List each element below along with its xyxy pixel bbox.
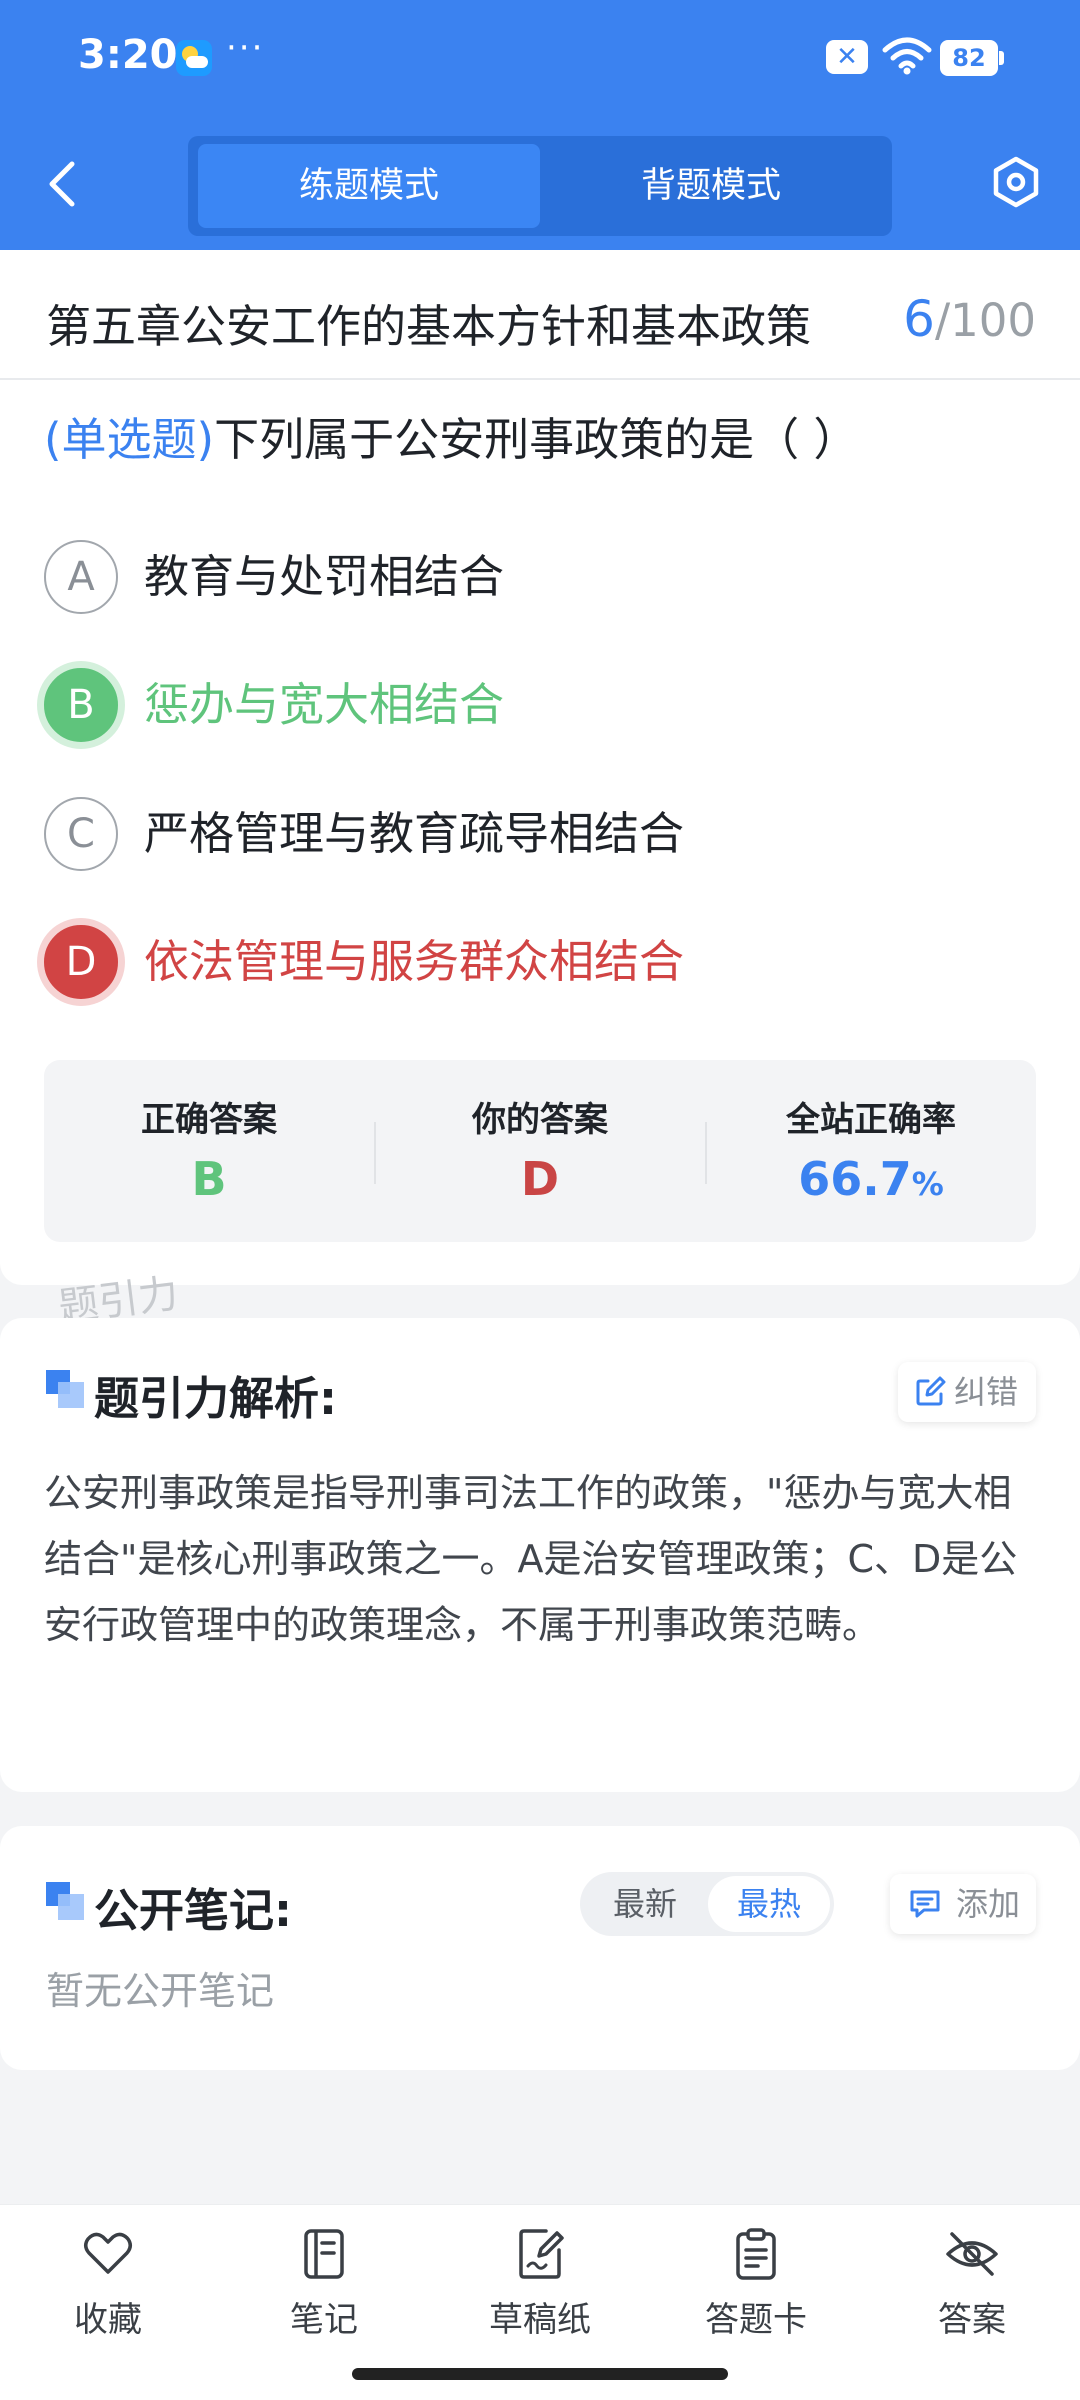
nav-draft-paper-label: 草稿纸 <box>489 2300 591 2340</box>
answer-summary: 正确答案 B 你的答案 D 全站正确率 66.7% <box>44 1060 1036 1242</box>
add-note-label: 添加 <box>956 1885 1021 1923</box>
back-arrow-icon[interactable] <box>40 158 86 210</box>
draft-paper-icon <box>519 2229 564 2279</box>
tab-memorize-mode[interactable]: 背题模式 <box>540 144 882 228</box>
site-accuracy-number: 66.7 <box>798 1152 912 1206</box>
correct-answer-label: 正确答案 <box>141 1100 277 1140</box>
nav-show-answer-label: 答案 <box>938 2300 1006 2340</box>
notes-sort-toggle: 最新 最热 <box>580 1872 834 1936</box>
question-text: 下列属于公安刑事政策的是（ ） <box>214 413 859 466</box>
site-accuracy-unit: % <box>911 1165 944 1203</box>
option-text-b: 惩办与宽大相结合 <box>144 678 505 731</box>
site-accuracy-column: 全站正确率 66.7% <box>706 1060 1036 1242</box>
edit-icon <box>916 1376 946 1406</box>
total-questions: /100 <box>934 294 1036 347</box>
option-text-a: 教育与处罚相结合 <box>144 550 505 603</box>
status-time: 3:20 <box>78 32 178 78</box>
notebook-icon <box>304 2229 344 2279</box>
option-a[interactable]: A 教育与处罚相结合 <box>44 540 1044 624</box>
option-letter-d: D <box>44 925 118 999</box>
option-letter-a: A <box>44 540 118 614</box>
section-square-icon <box>46 1882 84 1920</box>
nav-show-answer[interactable]: 答案 <box>892 2226 1052 2340</box>
current-question-number: 6 <box>903 290 935 348</box>
heart-icon <box>84 2232 132 2274</box>
battery-indicator: 82 <box>940 40 1004 76</box>
wifi-icon <box>882 37 932 75</box>
close-box-icon: ✕ <box>826 40 868 74</box>
nav-notes-label: 笔记 <box>290 2300 358 2340</box>
option-letter-c: C <box>44 797 118 871</box>
question-stem: (单选题)下列属于公安刑事政策的是（ ） <box>44 412 1044 468</box>
site-accuracy-value: 66.7% <box>706 1152 1036 1206</box>
nav-favorite[interactable]: 收藏 <box>28 2226 188 2340</box>
analysis-text: 公安刑事政策是指导刑事司法工作的政策，"惩办与宽大相结合"是核心刑事政策之一。A… <box>44 1471 1018 1647</box>
option-c[interactable]: C 严格管理与教育疏导相结合 <box>44 797 1044 881</box>
more-notifications-indicator: ··· <box>226 28 265 68</box>
report-error-button[interactable]: 纠错 <box>898 1362 1036 1422</box>
add-note-button[interactable]: 添加 <box>890 1874 1036 1934</box>
question-progress: 6/100 <box>903 290 1036 348</box>
home-indicator[interactable] <box>352 2368 728 2380</box>
nav-favorite-label: 收藏 <box>74 2300 142 2340</box>
divider <box>0 378 1080 380</box>
nav-answer-sheet-label: 答题卡 <box>705 2300 807 2340</box>
sort-hot-button[interactable]: 最热 <box>708 1876 830 1932</box>
option-letter-b: B <box>44 668 118 742</box>
your-answer-label: 你的答案 <box>472 1100 608 1140</box>
your-answer-value: D <box>520 1152 560 1206</box>
correct-answer-value: B <box>191 1152 227 1206</box>
option-b[interactable]: B 惩办与宽大相结合 <box>44 668 1044 752</box>
option-d[interactable]: D 依法管理与服务群众相结合 <box>44 925 1044 1009</box>
your-answer-column: 你的答案 D <box>375 1060 705 1242</box>
section-square-icon <box>46 1370 84 1408</box>
correct-answer-column: 正确答案 B <box>44 1060 374 1242</box>
tab-practice-mode[interactable]: 练题模式 <box>198 144 540 228</box>
chapter-title: 第五章公安工作的基本方针和基本政策 <box>46 300 812 353</box>
nav-answer-sheet[interactable]: 答题卡 <box>676 2226 836 2340</box>
option-text-c: 严格管理与教育疏导相结合 <box>144 807 685 860</box>
option-text-d: 依法管理与服务群众相结合 <box>144 935 685 988</box>
eye-off-icon <box>946 2232 998 2276</box>
settings-hexagon-icon[interactable] <box>988 154 1044 210</box>
nav-notes[interactable]: 笔记 <box>244 2226 404 2340</box>
report-error-label: 纠错 <box>954 1373 1019 1411</box>
sort-latest-button[interactable]: 最新 <box>584 1872 706 1936</box>
question-type: (单选题) <box>44 413 215 466</box>
notes-empty-text: 暂无公开笔记 <box>46 1969 275 2013</box>
public-notes-card <box>0 1826 1080 2070</box>
site-accuracy-label: 全站正确率 <box>786 1100 956 1140</box>
mode-switch: 练题模式 背题模式 <box>188 136 892 236</box>
notes-title: 公开笔记: <box>94 1884 292 1937</box>
nav-draft-paper[interactable]: 草稿纸 <box>460 2226 620 2340</box>
comment-icon <box>910 1890 940 1918</box>
weather-icon <box>176 40 212 76</box>
answer-sheet-icon <box>736 2228 776 2280</box>
analysis-title: 题引力解析: <box>94 1372 337 1425</box>
